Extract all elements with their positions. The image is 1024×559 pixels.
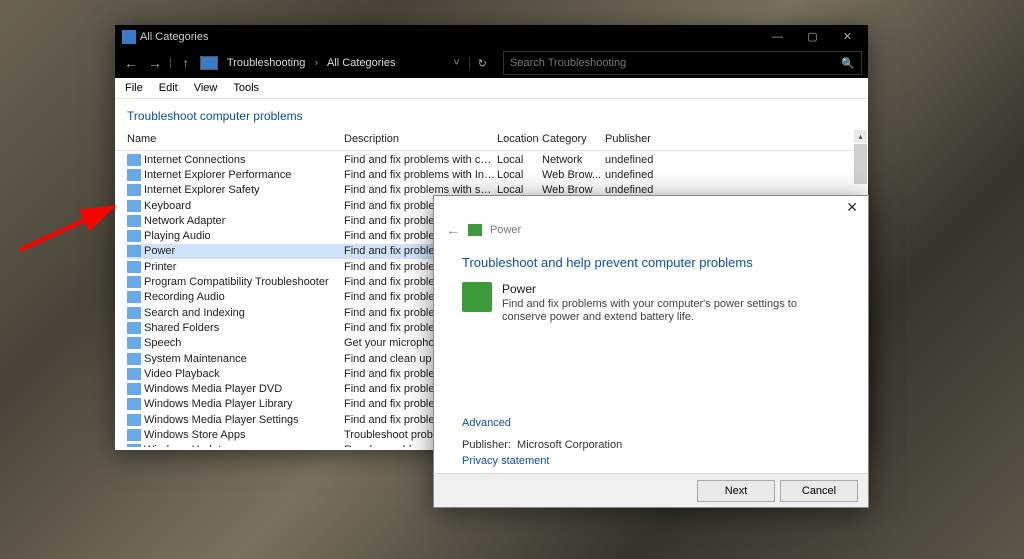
item-icon — [127, 307, 141, 319]
page-heading: Troubleshoot computer problems — [115, 99, 868, 129]
item-name: Shared Folders — [144, 322, 344, 334]
item-icon — [127, 353, 141, 365]
item-name: Power — [502, 282, 840, 296]
menu-view[interactable]: View — [187, 80, 225, 96]
item-name: System Maintenance — [144, 353, 344, 365]
item-name: Recording Audio — [144, 291, 344, 303]
item-name: Keyboard — [144, 200, 344, 212]
dialog-nav-label: Power — [490, 224, 521, 236]
advanced-link[interactable]: Advanced — [462, 417, 511, 429]
item-location: Local — [497, 169, 542, 181]
power-large-icon — [462, 282, 492, 312]
back-icon[interactable]: ← — [446, 222, 460, 238]
search-input[interactable]: Search Troubleshooting 🔍 — [503, 51, 862, 75]
item-name: Network Adapter — [144, 215, 344, 227]
search-icon: 🔍 — [841, 57, 855, 70]
item-desc: Find and fix problems with Intern... — [344, 169, 497, 181]
publisher-row: Publisher: Microsoft Corporation — [462, 439, 622, 451]
up-icon[interactable]: ↑ — [176, 51, 196, 75]
item-name: Windows Media Player Settings — [144, 414, 344, 426]
menu-tools[interactable]: Tools — [226, 80, 266, 96]
power-troubleshooter-dialog: ✕ ← Power Troubleshoot and help prevent … — [433, 195, 869, 508]
item-name: Windows Update — [144, 444, 344, 447]
item-icon — [127, 337, 141, 349]
annotation-arrow — [15, 195, 124, 255]
close-button[interactable]: ✕ — [830, 25, 865, 48]
item-name: Power — [144, 245, 344, 257]
item-icon — [127, 383, 141, 395]
search-placeholder: Search Troubleshooting — [510, 57, 626, 69]
col-category[interactable]: Category — [542, 133, 605, 145]
item-name: Internet Explorer Safety — [144, 184, 344, 196]
item-name: Windows Media Player Library — [144, 398, 344, 410]
item-name: Windows Store Apps — [144, 429, 344, 441]
item-icon — [127, 261, 141, 273]
forward-icon[interactable]: → — [145, 51, 165, 75]
item-icon — [127, 291, 141, 303]
menu-edit[interactable]: Edit — [152, 80, 185, 96]
chevron-down-icon[interactable]: ˅ — [448, 57, 464, 69]
column-headers: Name Description Location Category Publi… — [115, 129, 868, 151]
item-icon — [127, 230, 141, 242]
navbar: ← → | ↑ Troubleshooting › All Categories… — [115, 48, 868, 78]
item-icon — [127, 368, 141, 380]
app-icon — [122, 30, 136, 44]
item-icon — [127, 215, 141, 227]
item-name: Video Playback — [144, 368, 344, 380]
window-title: All Categories — [140, 31, 760, 43]
breadcrumb-icon[interactable] — [200, 56, 218, 70]
maximize-button[interactable]: ▢ — [795, 25, 830, 48]
item-desc: Find and fix problems with conne... — [344, 154, 497, 166]
breadcrumb-item[interactable]: All Categories — [322, 57, 400, 69]
item-publisher: undefined — [605, 154, 668, 166]
item-name: Speech — [144, 337, 344, 349]
item-icon — [127, 169, 141, 181]
item-category: Network — [542, 154, 605, 166]
item-icon — [127, 154, 141, 166]
col-location[interactable]: Location — [497, 133, 542, 145]
item-name: Windows Media Player DVD — [144, 383, 344, 395]
item-name: Program Compatibility Troubleshooter — [144, 276, 344, 288]
item-name: Internet Connections — [144, 154, 344, 166]
menu-file[interactable]: File — [118, 80, 150, 96]
next-button[interactable]: Next — [697, 480, 775, 502]
privacy-link[interactable]: Privacy statement — [462, 455, 549, 467]
item-icon — [127, 398, 141, 410]
item-icon — [127, 245, 141, 257]
cancel-button[interactable]: Cancel — [780, 480, 858, 502]
scroll-up-icon[interactable]: ▴ — [854, 130, 867, 143]
item-name: Playing Audio — [144, 230, 344, 242]
refresh-icon[interactable]: ↻ — [469, 57, 495, 70]
item-name: Printer — [144, 261, 344, 273]
item-publisher: undefined — [605, 169, 668, 181]
breadcrumb-item[interactable]: Troubleshooting — [222, 57, 310, 69]
item-icon — [127, 444, 141, 447]
item-icon — [127, 322, 141, 334]
item-icon — [127, 414, 141, 426]
item-icon — [127, 276, 141, 288]
item-category: Web Brow... — [542, 169, 605, 181]
item-icon — [127, 184, 141, 196]
col-publisher[interactable]: Publisher — [605, 133, 668, 145]
item-name: Search and Indexing — [144, 307, 344, 319]
list-item[interactable]: Internet Explorer PerformanceFind and fi… — [127, 167, 856, 182]
item-icon — [127, 429, 141, 441]
item-description: Find and fix problems with your computer… — [502, 298, 840, 324]
item-name: Internet Explorer Performance — [144, 169, 344, 181]
col-description[interactable]: Description — [344, 133, 497, 145]
back-icon[interactable]: ← — [121, 51, 141, 75]
dialog-title: Troubleshoot and help prevent computer p… — [434, 241, 868, 282]
power-icon — [468, 224, 482, 236]
menu-bar: File Edit View Tools — [115, 78, 868, 99]
col-name[interactable]: Name — [127, 133, 344, 145]
list-item[interactable]: Internet ConnectionsFind and fix problem… — [127, 152, 856, 167]
scrollbar[interactable] — [854, 144, 867, 184]
close-icon[interactable]: ✕ — [846, 199, 858, 216]
item-icon — [127, 200, 141, 212]
minimize-button[interactable]: — — [760, 25, 795, 48]
chevron-right-icon: › — [314, 57, 318, 69]
titlebar[interactable]: All Categories — ▢ ✕ — [115, 25, 868, 48]
item-location: Local — [497, 154, 542, 166]
